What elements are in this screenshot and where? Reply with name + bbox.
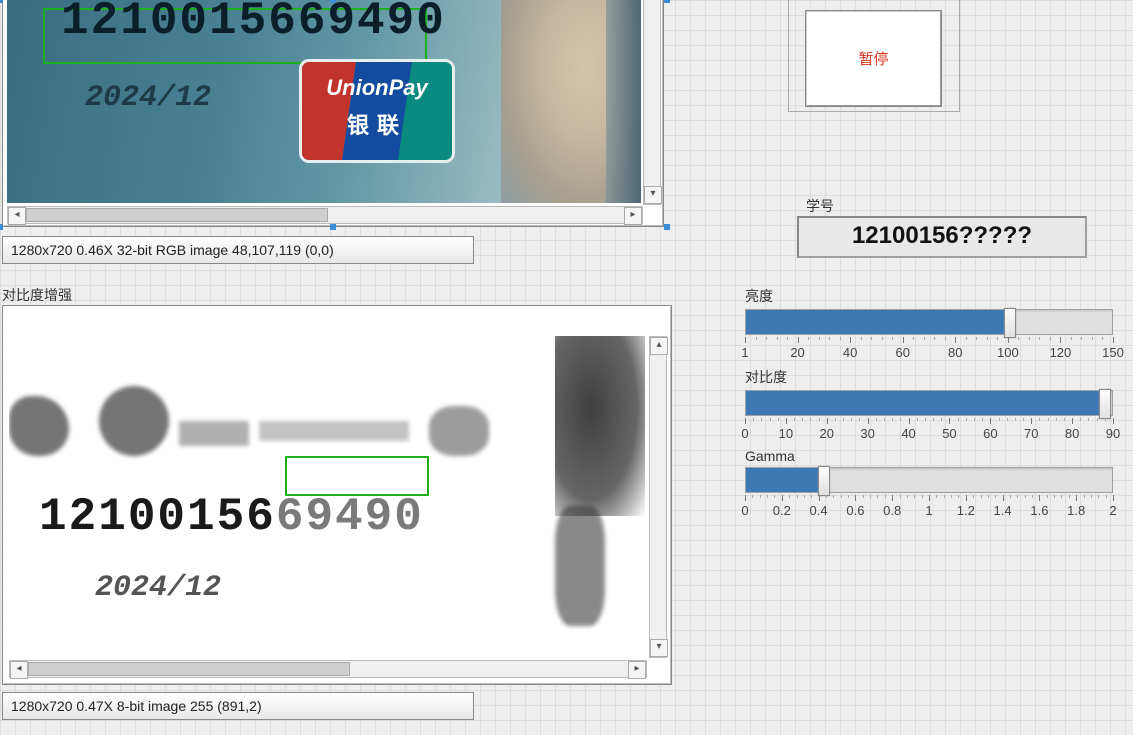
contrast-vscrollbar[interactable]: ▴ ▾ [649, 336, 667, 658]
unionpay-text: UnionPay [312, 75, 442, 101]
gamma-slider-group: Gamma 00.20.40.60.811.21.41.61.82 [745, 448, 1113, 523]
card-image: 1210015669490 2024/12 UnionPay 银联 [7, 0, 641, 203]
dark-region [555, 336, 645, 516]
source-image-info: 1280x720 0.46X 32-bit RGB image 48,107,1… [2, 236, 474, 264]
resize-handle-s[interactable] [330, 224, 336, 230]
brightness-slider-group: 亮度 120406080100120150 [745, 286, 1113, 365]
gamma-label: Gamma [745, 448, 1113, 464]
contrast-label: 对比度 [745, 367, 1113, 387]
contrast-hscrollbar[interactable]: ◂ ▸ [9, 660, 647, 678]
hscroll-thumb[interactable] [26, 208, 328, 222]
unionpay-subtext: 银联 [312, 108, 442, 140]
contrast-section-label: 对比度增强 [2, 285, 72, 305]
card-number-text: 1210015669490 [61, 0, 446, 47]
scroll-down-icon[interactable]: ▾ [650, 639, 668, 657]
contrast-image-info: 1280x720 0.47X 8-bit image 255 (891,2) [2, 692, 474, 720]
contrast-date-text: 2024/12 [95, 571, 221, 605]
contrast-fill [746, 391, 1104, 415]
scroll-left-icon[interactable]: ◂ [10, 661, 28, 679]
pause-button[interactable]: 暂停 [805, 10, 942, 107]
pause-button-label: 暂停 [858, 48, 888, 69]
contrast-number-text: 1210015669490 [39, 491, 424, 543]
contrast-image: 1210015669490 2024/12 [9, 336, 645, 656]
gamma-thumb[interactable] [818, 466, 830, 496]
brightness-thumb[interactable] [1004, 308, 1016, 338]
contrast-thumb[interactable] [1099, 389, 1111, 419]
source-hscrollbar[interactable]: ◂ ▸ [7, 206, 643, 224]
contrast-image-panel: 1210015669490 2024/12 ▴ ▾ ◂ ▸ [2, 305, 672, 685]
id-value: 12100156????? [852, 222, 1032, 249]
source-image-panel: 1210015669490 2024/12 UnionPay 银联 ▴ ▾ ◂ … [2, 0, 664, 227]
hscroll-thumb[interactable] [28, 662, 350, 676]
source-image-viewport[interactable]: 1210015669490 2024/12 UnionPay 银联 [7, 0, 641, 203]
resize-handle-sw[interactable] [0, 224, 3, 230]
id-display: 12100156????? [797, 216, 1087, 258]
scroll-right-icon[interactable]: ▸ [628, 661, 646, 679]
card-expiry-text: 2024/12 [85, 81, 211, 115]
source-info-text: 1280x720 0.46X 32-bit RGB image 48,107,1… [11, 242, 334, 258]
resize-handle-ne[interactable] [664, 0, 670, 3]
gamma-fill [746, 468, 823, 492]
contrast-slider-group: 对比度 0102030405060708090 [745, 367, 1113, 446]
contrast-ticks: 0102030405060708090 [745, 418, 1113, 446]
scroll-left-icon[interactable]: ◂ [8, 207, 26, 225]
gamma-ticks: 00.20.40.60.811.21.41.61.82 [745, 495, 1113, 523]
contrast-slider[interactable] [745, 390, 1113, 416]
resize-handle-se[interactable] [664, 224, 670, 230]
brightness-fill [746, 310, 1009, 334]
source-vscrollbar[interactable]: ▴ ▾ [643, 0, 661, 205]
resize-handle-n[interactable] [330, 0, 336, 3]
resize-handle-nw[interactable] [0, 0, 3, 3]
id-label: 学号 [806, 196, 834, 216]
ocr-detection-box-2 [285, 456, 429, 496]
scroll-up-icon[interactable]: ▴ [650, 337, 668, 355]
contrast-image-viewport[interactable]: 1210015669490 2024/12 [9, 336, 645, 656]
brightness-ticks: 120406080100120150 [745, 337, 1113, 365]
brightness-label: 亮度 [745, 286, 1113, 306]
contrast-info-text: 1280x720 0.47X 8-bit image 255 (891,2) [11, 698, 262, 714]
gamma-slider[interactable] [745, 467, 1113, 493]
scroll-down-icon[interactable]: ▾ [644, 186, 662, 204]
scroll-right-icon[interactable]: ▸ [624, 207, 642, 225]
brightness-slider[interactable] [745, 309, 1113, 335]
card-edge-shadow [606, 0, 641, 203]
